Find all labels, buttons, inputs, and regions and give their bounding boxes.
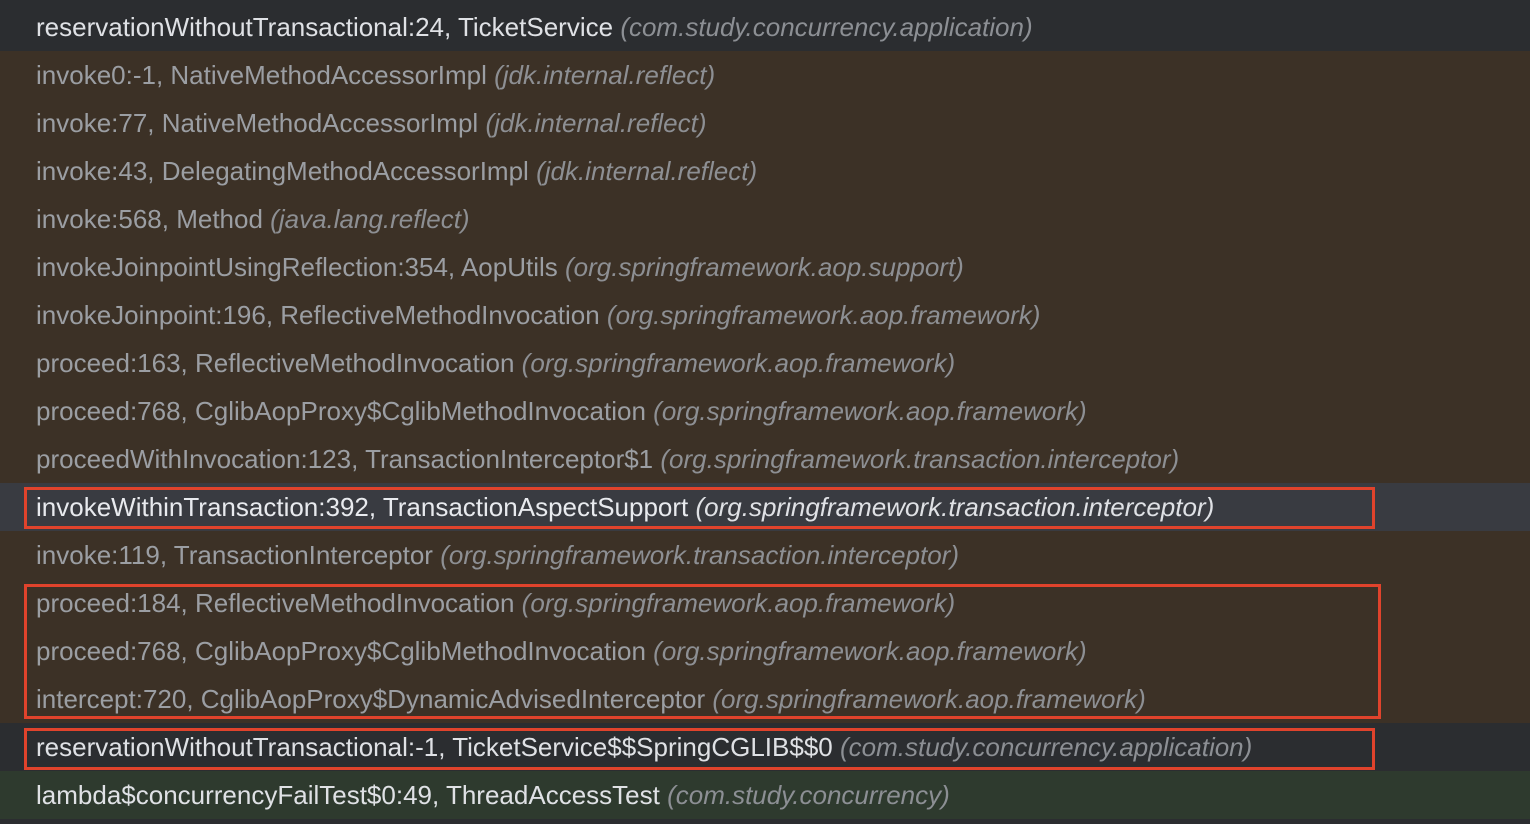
frame-package: (org.springframework.transaction.interce… — [695, 492, 1215, 522]
frame-method: proceedWithInvocation:123, TransactionIn… — [36, 444, 654, 474]
frame-package: (jdk.internal.reflect) — [485, 108, 707, 138]
frame-method: invokeWithinTransaction:392, Transaction… — [36, 492, 689, 522]
frame-package: (org.springframework.aop.framework) — [521, 348, 956, 378]
frame-method: reservationWithoutTransactional:-1, Tick… — [36, 732, 833, 762]
stack-frame[interactable]: invoke:77, NativeMethodAccessorImpl (jdk… — [0, 99, 1530, 147]
stack-frame[interactable]: invokeJoinpoint:196, ReflectiveMethodInv… — [0, 291, 1530, 339]
frame-package: (org.springframework.aop.framework) — [606, 300, 1041, 330]
stack-frame[interactable]: proceed:184, ReflectiveMethodInvocation … — [0, 579, 1530, 627]
frame-method: invoke:119, TransactionInterceptor — [36, 540, 433, 570]
frame-method: invoke:43, DelegatingMethodAccessorImpl — [36, 156, 529, 186]
frame-package: (org.springframework.transaction.interce… — [660, 444, 1180, 474]
frame-method: reservationWithoutTransactional:24, Tick… — [36, 12, 614, 42]
frame-method: invoke0:-1, NativeMethodAccessorImpl — [36, 60, 487, 90]
frame-package: (java.lang.reflect) — [270, 204, 470, 234]
frame-method: proceed:768, CglibAopProxy$CglibMethodIn… — [36, 396, 646, 426]
frame-method: proceed:163, ReflectiveMethodInvocation — [36, 348, 515, 378]
frame-package: (com.study.concurrency.application) — [620, 12, 1033, 42]
stack-frame[interactable]: invoke:119, TransactionInterceptor (org.… — [0, 531, 1530, 579]
stack-frame-selected[interactable]: invokeWithinTransaction:392, Transaction… — [0, 483, 1530, 531]
stack-frame[interactable]: proceedWithInvocation:123, TransactionIn… — [0, 435, 1530, 483]
frame-package: (org.springframework.aop.framework) — [653, 396, 1087, 426]
stack-frame[interactable]: proceed:163, ReflectiveMethodInvocation … — [0, 339, 1530, 387]
frame-method: proceed:768, CglibAopProxy$CglibMethodIn… — [36, 636, 646, 666]
frame-method: lambda$concurrencyFailTest$0:49, ThreadA… — [36, 780, 660, 810]
call-stack-frames-list: reservationWithoutTransactional:24, Tick… — [0, 0, 1530, 824]
frame-package: (jdk.internal.reflect) — [536, 156, 758, 186]
stack-frame[interactable]: invoke0:-1, NativeMethodAccessorImpl (jd… — [0, 51, 1530, 99]
stack-frame[interactable]: proceed:768, CglibAopProxy$CglibMethodIn… — [0, 627, 1530, 675]
frame-method: invoke:77, NativeMethodAccessorImpl — [36, 108, 479, 138]
stack-frame[interactable]: proceed:768, CglibAopProxy$CglibMethodIn… — [0, 387, 1530, 435]
frame-method: intercept:720, CglibAopProxy$DynamicAdvi… — [36, 684, 706, 714]
frame-package: (org.springframework.aop.framework) — [653, 636, 1087, 666]
stack-frame[interactable]: invokeJoinpointUsingReflection:354, AopU… — [0, 243, 1530, 291]
stack-frame[interactable]: invoke:43, DelegatingMethodAccessorImpl … — [0, 147, 1530, 195]
stack-frame[interactable]: lambda$concurrencyFailTest$0:49, ThreadA… — [0, 771, 1530, 819]
frame-method: invokeJoinpoint:196, ReflectiveMethodInv… — [36, 300, 600, 330]
stack-frame[interactable]: reservationWithoutTransactional:24, Tick… — [0, 3, 1530, 51]
frame-package: (com.study.concurrency) — [667, 780, 950, 810]
frame-package: (org.springframework.aop.support) — [565, 252, 964, 282]
frame-package: (org.springframework.aop.framework) — [521, 588, 956, 618]
frame-package: (jdk.internal.reflect) — [494, 60, 716, 90]
frame-method: proceed:184, ReflectiveMethodInvocation — [36, 588, 515, 618]
frame-package: (org.springframework.aop.framework) — [712, 684, 1146, 714]
frame-method: invoke:568, Method — [36, 204, 263, 234]
stack-frame[interactable]: reservationWithoutTransactional:-1, Tick… — [0, 723, 1530, 771]
stack-frame[interactable]: intercept:720, CglibAopProxy$DynamicAdvi… — [0, 675, 1530, 723]
stack-frame[interactable]: invoke:568, Method (java.lang.reflect) — [0, 195, 1530, 243]
frame-package: (com.study.concurrency.application) — [839, 732, 1253, 762]
frame-method: invokeJoinpointUsingReflection:354, AopU… — [36, 252, 558, 282]
frame-package: (org.springframework.transaction.interce… — [440, 540, 959, 570]
